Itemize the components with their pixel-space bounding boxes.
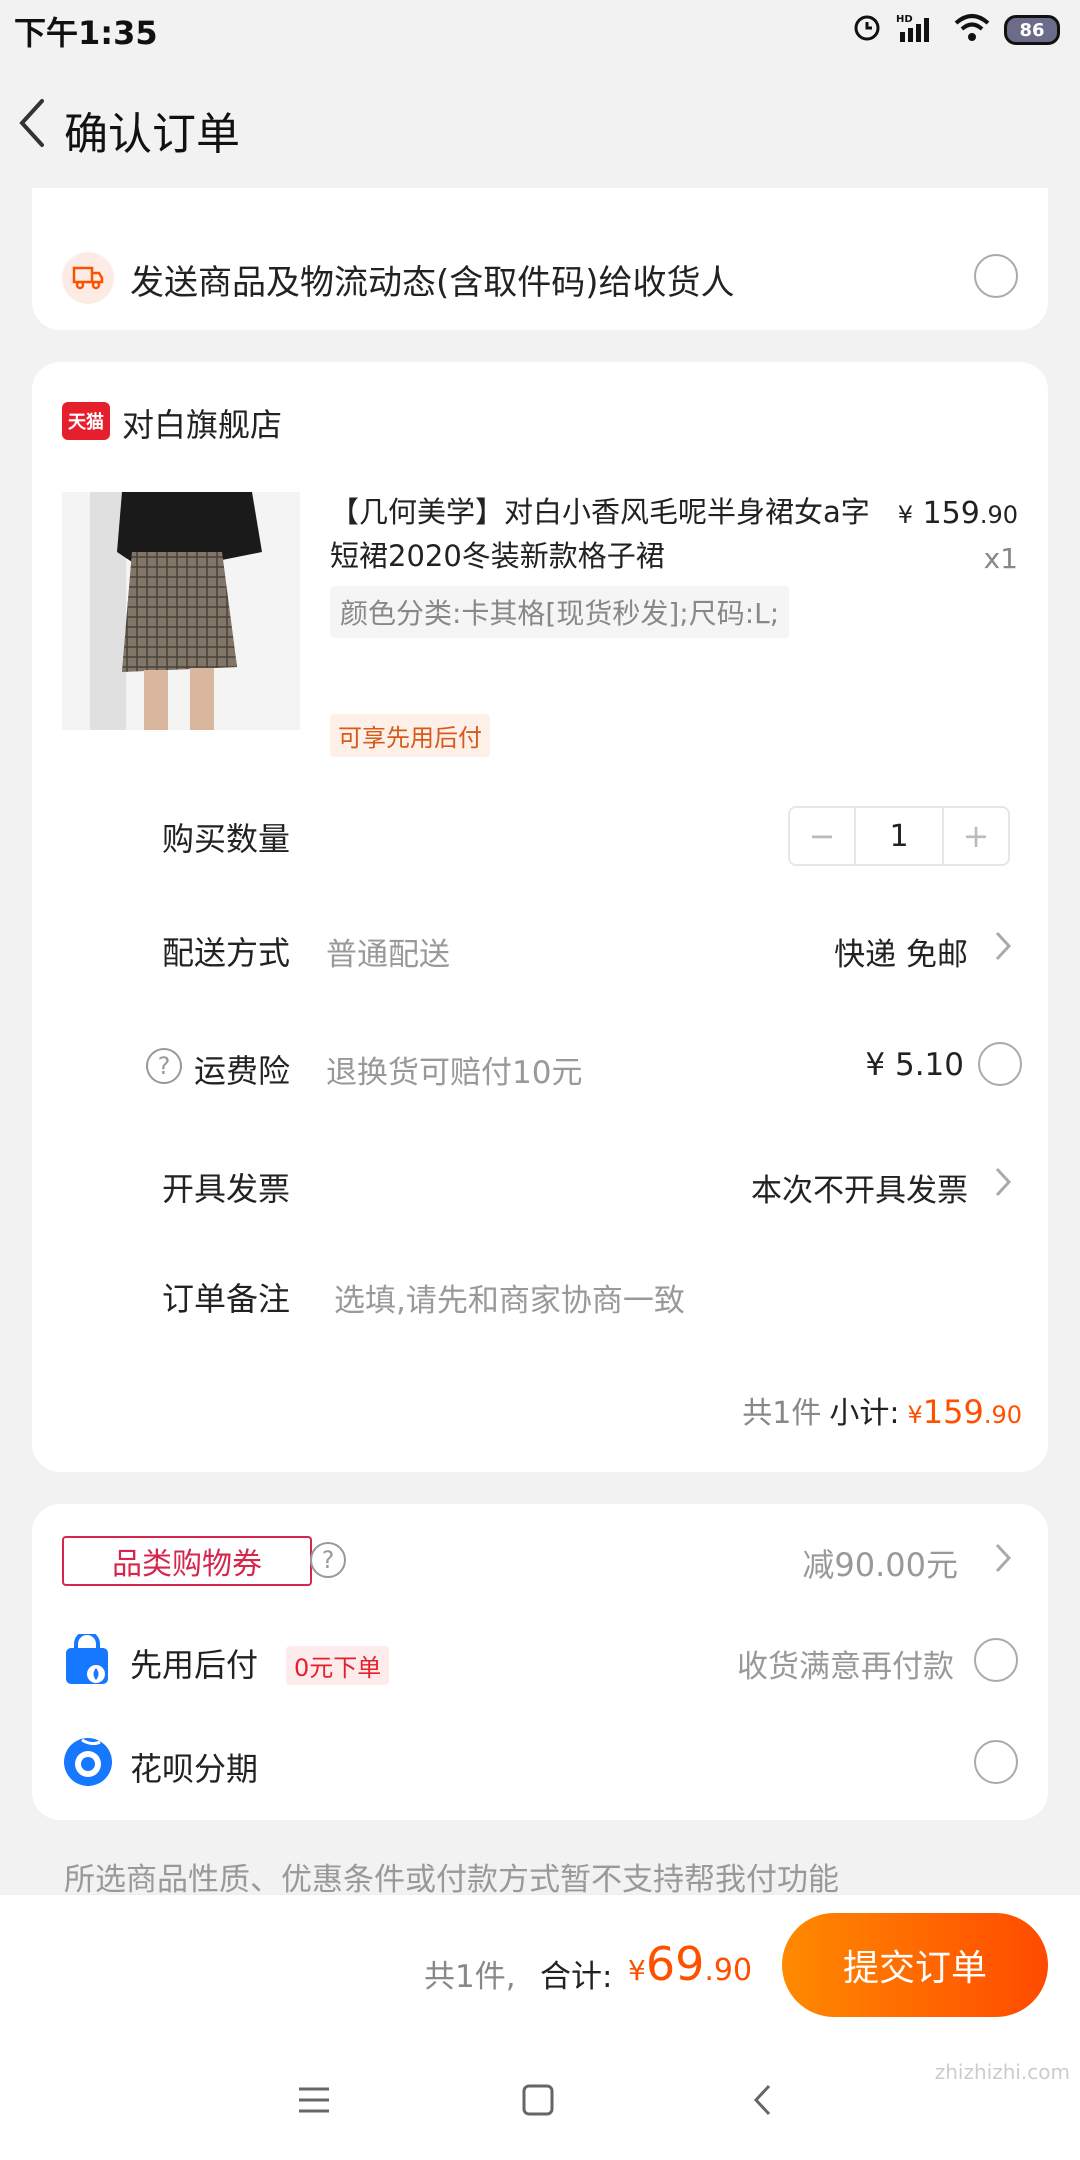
back-button[interactable] [6, 90, 56, 156]
chevron-left-icon [19, 99, 44, 147]
page-title: 确认订单 [64, 109, 240, 160]
notify-text: 发送商品及物流动态(含取件码)给收货人 [130, 263, 735, 303]
product-price: ¥ 159.90 [898, 496, 1018, 531]
invoice-label: 开具发票 [162, 1170, 291, 1208]
status-icons: HD 86 [852, 10, 1060, 50]
total-main: 69 [645, 1937, 705, 1991]
wifi-icon [954, 13, 990, 47]
alarm-icon [852, 13, 882, 47]
coupon-value[interactable]: 减90.00元 [802, 1540, 958, 1586]
insurance-radio[interactable] [978, 1042, 1022, 1086]
price-cents: .90 [979, 501, 1018, 529]
system-navigation [0, 2034, 1080, 2160]
delivery-value[interactable]: 快递 免邮 [834, 929, 968, 974]
order-card: 天猫 对白旗舰店 【几何美学】对白小香风毛呢半身裙女a字短裙2020冬装新款格子… [32, 362, 1048, 1472]
delivery-hint: 普通配送 [326, 937, 450, 973]
status-bar: 下午1:35 HD 86 [0, 0, 1080, 58]
insurance-value: ¥ 5.10 [865, 1047, 964, 1083]
delivery-label: 配送方式 [162, 934, 291, 972]
subtotal-price: ¥159.90 [907, 1393, 1022, 1431]
price-symbol: ¥ [897, 501, 914, 529]
product-image[interactable] [62, 492, 300, 730]
pay-later-label: 先用后付 [130, 1646, 259, 1684]
pay-later-tag: 可享先用后付 [330, 714, 490, 757]
subtotal-main: 159 [922, 1393, 984, 1431]
checkout-bar: 共1件, 合计: ¥69.90 提交订单 [0, 1894, 1080, 2034]
plus-button[interactable]: + [944, 808, 1008, 864]
subtotal-cents: .90 [983, 1401, 1022, 1429]
insurance-hint: 退换货可赔付10元 [326, 1055, 583, 1091]
notice-text: 所选商品性质、优惠条件或付款方式暂不支持帮我付功能 [64, 1862, 839, 1898]
payment-card: 品类购物券 ? 减90.00元 先用后付 0元下单 收货满意再付款 花呗分期 [32, 1504, 1048, 1820]
svg-text:HD: HD [896, 14, 913, 25]
delivery-chevron-icon[interactable] [988, 926, 1018, 966]
price-main: 159 [922, 496, 980, 531]
subtotal-row: 共1件 小计: ¥159.90 [742, 1388, 1022, 1432]
invoice-chevron-icon[interactable] [988, 1162, 1018, 1202]
minus-button[interactable]: − [790, 808, 854, 864]
shop-name[interactable]: 对白旗舰店 [122, 400, 282, 446]
total-symbol: ¥ [628, 1954, 646, 1987]
total-cents: .90 [704, 1953, 753, 1988]
huabei-label: 花呗分期 [130, 1750, 259, 1788]
total-count: 共1件, [424, 1959, 516, 1995]
coupon-help-icon[interactable]: ? [310, 1542, 346, 1578]
subtotal-symbol: ¥ [907, 1401, 923, 1429]
zero-down-tag: 0元下单 [286, 1646, 390, 1685]
quantity-value[interactable]: 1 [854, 808, 944, 864]
huabei-icon [62, 1736, 114, 1788]
help-icon[interactable]: ? [146, 1048, 182, 1084]
sku-tag[interactable]: 颜色分类:卡其格[现货秒发];尺码:L; [330, 586, 790, 638]
notify-card: 发送商品及物流动态(含取件码)给收货人 [32, 188, 1048, 330]
remark-label: 订单备注 [162, 1280, 291, 1318]
submit-order-button[interactable]: 提交订单 [782, 1913, 1048, 2017]
total-price: ¥69.90 [628, 1937, 752, 1991]
back-nav-icon[interactable] [732, 2070, 792, 2130]
huabei-radio[interactable] [974, 1740, 1018, 1784]
insurance-label: 运费险 [194, 1052, 291, 1090]
menu-icon[interactable] [284, 2070, 344, 2130]
coupon-chevron-icon[interactable] [988, 1538, 1018, 1578]
watermark: zhizhizhi.com [934, 2060, 1070, 2084]
status-time: 下午1:35 [14, 14, 158, 52]
notify-radio[interactable] [974, 254, 1018, 298]
shopping-bag-icon [62, 1631, 112, 1686]
pay-later-radio[interactable] [974, 1638, 1018, 1682]
product-quantity: x1 [983, 542, 1018, 575]
coupon-badge: 品类购物券 [62, 1536, 312, 1586]
pay-later-desc: 收货满意再付款 [737, 1649, 954, 1685]
subtotal-label: 小计: [829, 1396, 900, 1431]
signal-icon: HD [896, 12, 940, 48]
quantity-stepper: − 1 + [788, 806, 1010, 866]
tmall-logo: 天猫 [62, 402, 110, 440]
delivery-truck-icon [62, 252, 114, 304]
remark-input[interactable]: 选填,请先和商家协商一致 [334, 1275, 685, 1320]
invoice-value[interactable]: 本次不开具发票 [751, 1165, 968, 1210]
product-title[interactable]: 【几何美学】对白小香风毛呢半身裙女a字短裙2020冬装新款格子裙 [330, 490, 890, 578]
home-icon[interactable] [508, 2070, 568, 2130]
nav-bar: 确认订单 [0, 58, 1080, 188]
battery-indicator: 86 [1004, 15, 1060, 45]
total-label: 合计: [540, 1959, 613, 1995]
subtotal-count: 共1件 [742, 1396, 822, 1431]
quantity-label: 购买数量 [162, 820, 291, 858]
